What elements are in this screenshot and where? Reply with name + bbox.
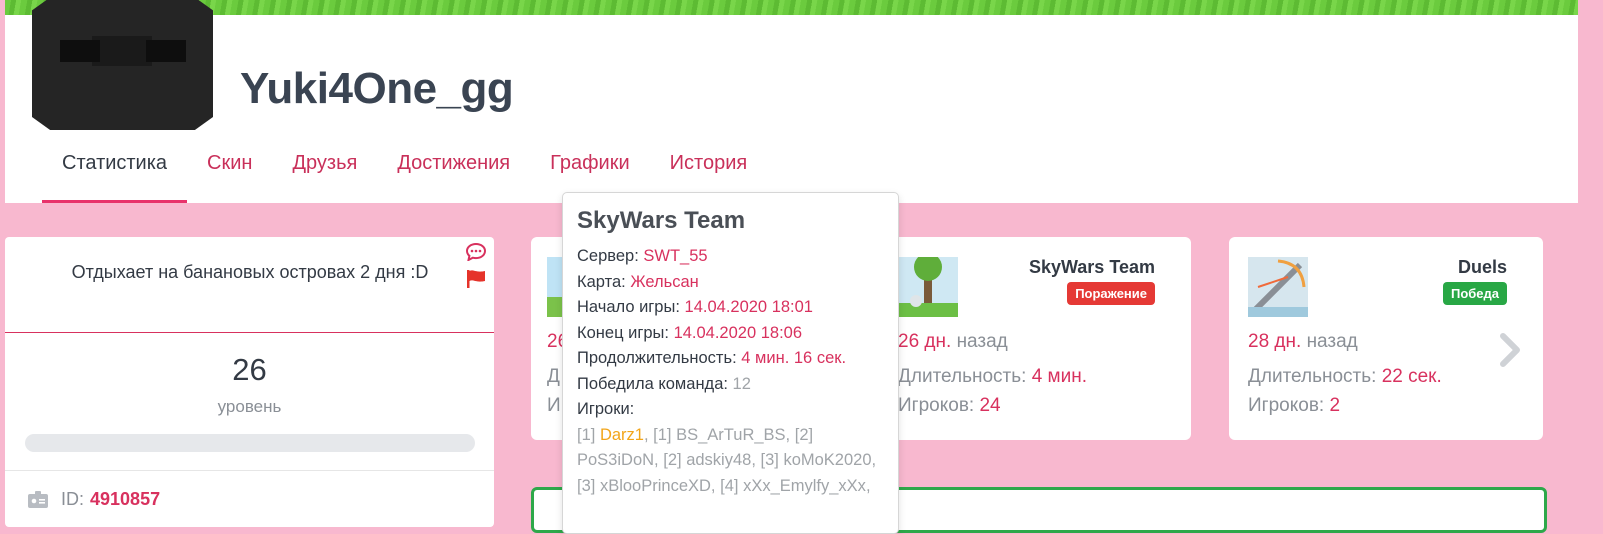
- popover-players-list: [1] Darz1, [1] BS_ArTuR_BS, [2] PoS3iDoN…: [577, 425, 877, 495]
- popover-start: Начало игры: 14.04.2020 18:01: [577, 298, 813, 316]
- profile-banner: [5, 0, 1578, 15]
- flag-icon[interactable]: [466, 269, 486, 289]
- popover-body: Сервер: SWT_55 Карта: Жельсан Начало игр…: [577, 244, 887, 499]
- game-players: Игроков: 24: [898, 395, 1001, 416]
- tab-statistics[interactable]: Статистика: [42, 148, 188, 203]
- result-badge: Победа: [1442, 282, 1507, 305]
- chevron-right-icon[interactable]: [1497, 333, 1523, 367]
- level-label: уровень: [217, 397, 282, 416]
- game-duration: Д: [547, 366, 560, 387]
- game-card-2[interactable]: SkyWars Team Поражение 26 дн. назад Длит…: [868, 237, 1191, 440]
- status-actions: [466, 243, 488, 297]
- game-thumbnail: [1248, 257, 1308, 317]
- game-title: SkyWars Team: [1028, 257, 1155, 277]
- game-details-popover: SkyWars Team Сервер: SWT_55 Карта: Жельс…: [562, 192, 899, 534]
- popover-title: SkyWars Team: [577, 207, 746, 234]
- popover-duration: Продолжительность: 4 мин. 16 сек.: [577, 349, 847, 367]
- game-duration: Длительность: 22 сек.: [1248, 366, 1442, 387]
- game-players: Игроков: 2: [1248, 395, 1341, 416]
- game-time-ago: 28 дн. назад: [1248, 331, 1358, 352]
- popover-players-label: Игроки:: [577, 400, 635, 418]
- status-divider: [5, 332, 494, 333]
- popover-winner: Победила команда: 12: [577, 374, 751, 393]
- result-badge: Поражение: [1067, 282, 1155, 305]
- game-players: И: [547, 395, 561, 416]
- status-card: Отдыхает на банановых островах 2 дня :D …: [5, 237, 494, 527]
- id-label: ID:: [61, 489, 85, 509]
- game-time-ago: 26 дн. назад: [898, 331, 1008, 352]
- game-thumbnail: [898, 257, 958, 317]
- status-text: Отдыхает на банановых островах 2 дня :D: [71, 262, 429, 282]
- game-title: Duels: [1457, 257, 1507, 277]
- id-card-icon: [28, 490, 48, 508]
- game-duration: Длительность: 4 мин.: [898, 366, 1087, 387]
- popover-map: Карта: Жельсан: [577, 272, 699, 291]
- popover-server: Сервер: SWT_55: [577, 247, 708, 265]
- player-nickname: Yuki4One_gg: [240, 64, 514, 113]
- chat-bubble-icon[interactable]: [466, 243, 486, 261]
- profile-header: Yuki4One_gg Статистика Скин Друзья Дости…: [5, 0, 1578, 203]
- level-number: 26: [232, 352, 267, 387]
- tab-skin[interactable]: Скин: [187, 148, 272, 203]
- popover-end: Конец игры: 14.04.2020 18:06: [577, 323, 803, 342]
- tab-friends[interactable]: Друзья: [272, 148, 377, 203]
- avatar: [32, 0, 213, 130]
- tab-achievements[interactable]: Достижения: [377, 148, 530, 203]
- game-card-3[interactable]: Duels Победа 28 дн. назад Длительность: …: [1229, 237, 1543, 440]
- section-divider: [5, 470, 494, 471]
- player-id-row: ID: 4910857: [27, 489, 160, 510]
- id-value[interactable]: 4910857: [90, 489, 160, 510]
- level-progress-bar: [25, 434, 475, 452]
